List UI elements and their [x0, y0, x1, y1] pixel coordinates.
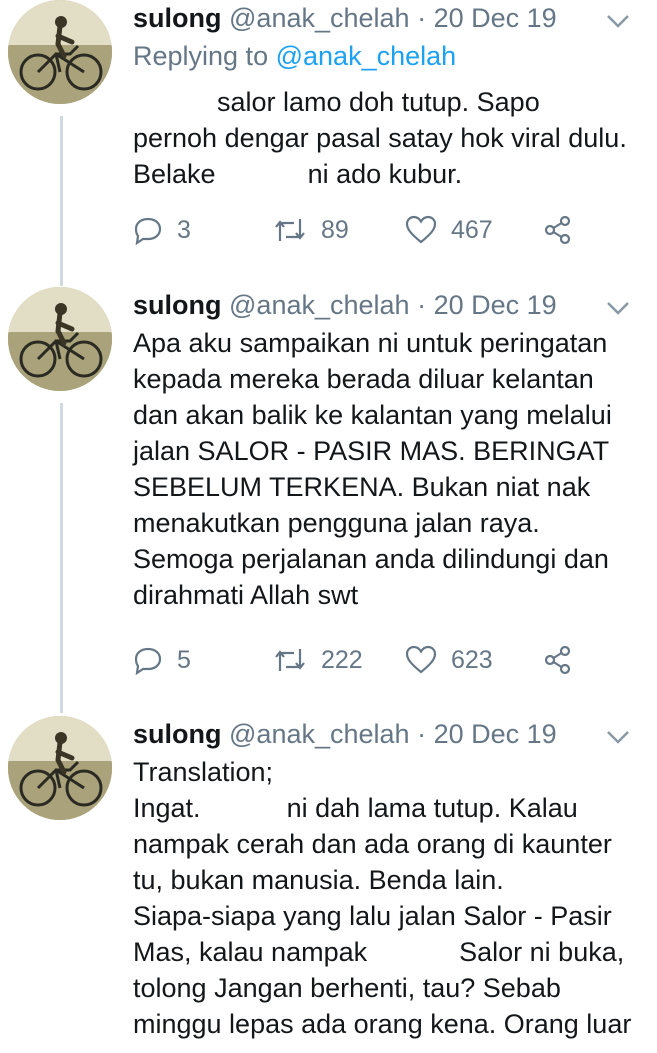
like-count: 623 [451, 645, 493, 674]
tweet-line: nampak cerah dan ada orang di kaunter [133, 829, 612, 859]
tweet-line-text: Ingat. [133, 793, 201, 823]
tweet-line: pernoh dengar pasal satay hok viral dulu… [133, 123, 627, 153]
tweet-line: SEBELUM TERKENA. Bukan niat nak [133, 472, 591, 502]
tweet-header: sulong @anak_chelah · 20 Dec 19 [133, 0, 557, 36]
avatar[interactable] [8, 716, 112, 820]
share-icon [544, 215, 571, 245]
retweet-count: 222 [321, 645, 363, 674]
tweet-line: Semoga perjalanan anda dilindungi dan [133, 544, 609, 574]
avatar[interactable] [8, 287, 112, 391]
reply-button[interactable]: 3 [133, 210, 191, 250]
mention-link[interactable]: @anak_chelah [276, 41, 457, 71]
tweet-line: menakutkan pengguna jalan raya. [133, 508, 540, 538]
tweet-text: salor lamo doh tutup. Sapo pernoh dengar… [133, 84, 653, 192]
separator-dot: · [417, 719, 427, 749]
tweet-line: Apa aku sampaikan ni untuk peringatan [133, 328, 608, 358]
user-handle[interactable]: @anak_chelah [229, 719, 410, 749]
tweet-text: Apa aku sampaikan ni untuk peringatan ke… [133, 325, 653, 613]
display-name[interactable]: sulong [133, 3, 222, 33]
tweet-header: sulong @anak_chelah · 20 Dec 19 [133, 287, 557, 323]
tweet-line: salor lamo doh tutup. Sapo [133, 84, 653, 120]
replying-to-label: Replying to [133, 41, 269, 71]
tweet-2[interactable]: sulong @anak_chelah · 20 Dec 19 Apa aku … [0, 287, 657, 717]
tweet-line: Mas, kalau nampak Salor ni buka, [133, 934, 653, 970]
tweet-line-text: Mas, kalau nampak [133, 937, 368, 967]
heart-icon [405, 645, 437, 674]
reply-button[interactable]: 5 [133, 640, 191, 680]
tweet-text: Translation; Ingat. ni dah lama tutup. Ka… [133, 754, 653, 1042]
tweet-line: Ingat. ni dah lama tutup. Kalau [133, 790, 653, 826]
retweet-button[interactable]: 222 [273, 640, 363, 680]
tweet-line-text: Salor ni buka, [459, 937, 625, 967]
retweet-icon [275, 219, 305, 241]
tweet-date[interactable]: 20 Dec 19 [434, 719, 557, 749]
display-name[interactable]: sulong [133, 719, 222, 749]
reply-icon [134, 217, 162, 245]
tweet-date[interactable]: 20 Dec 19 [434, 290, 557, 320]
share-button[interactable] [543, 210, 573, 250]
chevron-down-icon[interactable] [605, 728, 631, 746]
tweet-header: sulong @anak_chelah · 20 Dec 19 [133, 716, 557, 752]
separator-dot: · [417, 3, 427, 33]
tweet-actions: 3 89 467 [133, 210, 633, 250]
reply-count: 3 [177, 215, 191, 244]
tweet-3[interactable]: sulong @anak_chelah · 20 Dec 19 Translat… [0, 716, 657, 1053]
tweet-line-text: ni dah lama tutup. Kalau [286, 793, 578, 823]
tweet-line: minggu lepas ada orang kena. Orang luar [133, 1009, 632, 1039]
tweet-line: Translation; [133, 757, 274, 787]
like-button[interactable]: 623 [405, 640, 493, 680]
chevron-down-icon[interactable] [605, 12, 631, 30]
tweet-line: Belake ni ado kubur. [133, 156, 653, 192]
separator-dot: · [417, 290, 427, 320]
tweet-line: tu, bukan manusia. Benda lain. [133, 865, 504, 895]
tweet-line: dirahmati Allah swt [133, 580, 359, 610]
share-icon [544, 645, 571, 675]
thread-line [60, 116, 63, 286]
like-button[interactable]: 467 [405, 210, 493, 250]
tweet-line: tolong Jangan berhenti, tau? Sebab [133, 973, 561, 1003]
user-handle[interactable]: @anak_chelah [229, 290, 410, 320]
display-name[interactable]: sulong [133, 290, 222, 320]
avatar[interactable] [8, 0, 112, 104]
tweet-line-text: ni ado kubur. [307, 159, 463, 189]
user-handle[interactable]: @anak_chelah [229, 3, 410, 33]
retweet-icon [275, 649, 305, 671]
heart-icon [405, 215, 437, 244]
tweet-line: jalan SALOR - PASIR MAS. BERINGAT [133, 436, 610, 466]
retweet-count: 89 [321, 215, 349, 244]
tweet-line: dan akan balik ke kalantan yang melalui [133, 400, 612, 430]
share-button[interactable] [543, 640, 573, 680]
tweet-1[interactable]: sulong @anak_chelah · 20 Dec 19 Replying… [0, 0, 657, 290]
like-count: 467 [451, 215, 493, 244]
tweet-actions: 5 222 623 [133, 640, 633, 680]
thread-line [60, 403, 63, 713]
reply-icon [134, 647, 162, 675]
reply-count: 5 [177, 645, 191, 674]
tweet-line: kepada mereka berada diluar kelantan [133, 364, 594, 394]
chevron-down-icon[interactable] [605, 299, 631, 317]
retweet-button[interactable]: 89 [273, 210, 349, 250]
tweet-line-text: salor lamo doh tutup. Sapo [217, 87, 540, 117]
tweet-line-text: Belake [133, 159, 216, 189]
replying-to: Replying to @anak_chelah [133, 38, 456, 74]
tweet-date[interactable]: 20 Dec 19 [434, 3, 557, 33]
tweet-line: Siapa-siapa yang lalu jalan Salor - Pasi… [133, 901, 612, 931]
